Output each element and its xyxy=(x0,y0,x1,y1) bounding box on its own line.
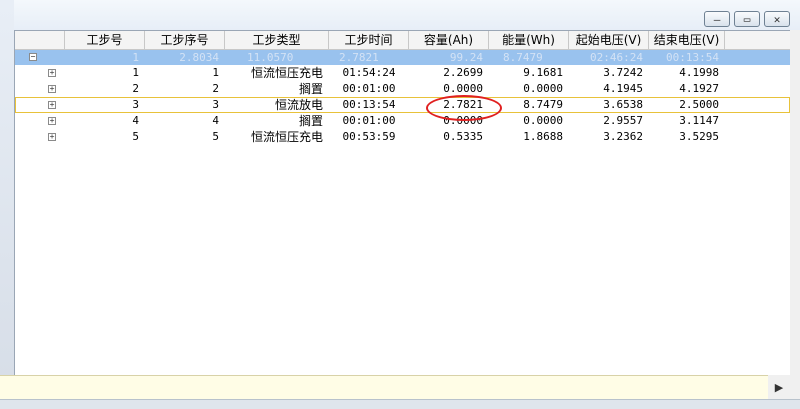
scroll-right-button[interactable]: ▶ xyxy=(768,375,790,399)
grid-header: 工步号 工步序号 工步类型 工步时间 容量(Ah) 能量(Wh) 起始电压(V)… xyxy=(15,31,790,50)
arrow-right-icon: ▶ xyxy=(774,380,784,394)
step-seq-cell: 1 xyxy=(212,66,219,79)
expand-icon[interactable]: + xyxy=(48,85,56,93)
group-cell: 1 xyxy=(132,51,139,64)
left-panel-edge xyxy=(0,0,15,408)
expand-icon[interactable]: + xyxy=(48,69,56,77)
status-panel xyxy=(0,375,768,400)
group-cell: 99.24 xyxy=(449,51,483,64)
expand-icon[interactable]: + xyxy=(48,133,56,141)
window-titlebar: ‒ ▭ ✕ xyxy=(14,0,800,30)
maximize-button[interactable]: ▭ xyxy=(734,11,760,27)
capacity-cell: 0.5335 xyxy=(443,130,483,143)
close-button[interactable]: ✕ xyxy=(764,11,790,27)
start-voltage-cell: 3.2362 xyxy=(603,130,643,143)
energy-cell: 9.1681 xyxy=(523,66,563,79)
end-voltage-cell: 4.1927 xyxy=(679,82,719,95)
step-time-cell: 00:01:00 xyxy=(342,82,396,95)
table-row[interactable]: + 4 4 搁置 00:01:00 0.0000 0.0000 2.9557 3… xyxy=(15,113,790,129)
step-no-cell: 4 xyxy=(132,114,139,127)
group-cell: 11.0570 xyxy=(247,51,294,64)
header-step-seq[interactable]: 工步序号 xyxy=(145,31,225,49)
step-no-cell: 1 xyxy=(132,66,139,79)
capacity-cell: 2.2699 xyxy=(443,66,483,79)
group-cell: 00:13:54 xyxy=(666,51,719,64)
energy-cell: 0.0000 xyxy=(523,82,563,95)
step-time-cell: 01:54:24 xyxy=(342,66,396,79)
header-end-voltage[interactable]: 结束电压(V) xyxy=(649,31,725,49)
window-controls: ‒ ▭ ✕ xyxy=(704,11,790,27)
group-cell: 2.8034 xyxy=(179,51,219,64)
end-voltage-cell: 4.1998 xyxy=(679,66,719,79)
step-seq-cell: 5 xyxy=(212,130,219,143)
table-row[interactable]: + 2 2 搁置 00:01:00 0.0000 0.0000 4.1945 4… xyxy=(15,81,790,97)
step-no-cell: 3 xyxy=(132,98,139,111)
step-time-cell: 00:13:54 xyxy=(342,98,396,111)
step-seq-cell: 2 xyxy=(212,82,219,95)
start-voltage-cell: 2.9557 xyxy=(603,114,643,127)
step-type-cell: 恒流恒压充电 xyxy=(250,66,323,80)
header-start-voltage[interactable]: 起始电压(V) xyxy=(569,31,649,49)
step-data-grid: 工步号 工步序号 工步类型 工步时间 容量(Ah) 能量(Wh) 起始电压(V)… xyxy=(15,30,790,376)
energy-cell: 1.8688 xyxy=(523,130,563,143)
step-type-cell: 搁置 xyxy=(298,82,323,96)
end-voltage-cell: 3.1147 xyxy=(679,114,719,127)
header-capacity[interactable]: 容量(Ah) xyxy=(409,31,489,49)
red-annotation-circle xyxy=(426,95,502,121)
start-voltage-cell: 4.1945 xyxy=(603,82,643,95)
group-cell: 8.7479 xyxy=(503,51,543,64)
cycle-group-row[interactable]: − 1 2.8034 11.0570 2.7821 99.24 8.7479 0… xyxy=(15,50,790,65)
expand-icon[interactable]: + xyxy=(48,101,56,109)
table-row-selected[interactable]: + 3 3 恒流放电 00:13:54 2.7821 8.7479 3.6538… xyxy=(15,97,790,113)
group-cell: 02:46:24 xyxy=(590,51,643,64)
expand-icon[interactable]: + xyxy=(48,117,56,125)
header-step-no[interactable]: 工步号 xyxy=(65,31,145,49)
step-time-cell: 00:53:59 xyxy=(342,130,396,143)
header-expander-col xyxy=(15,31,65,49)
group-cell: 2.7821 xyxy=(339,51,379,64)
step-seq-cell: 3 xyxy=(212,98,219,111)
start-voltage-cell: 3.6538 xyxy=(603,98,643,111)
step-seq-cell: 4 xyxy=(212,114,219,127)
step-type-cell: 恒流放电 xyxy=(274,98,323,112)
start-voltage-cell: 3.7242 xyxy=(603,66,643,79)
end-voltage-cell: 3.5295 xyxy=(679,130,719,143)
step-time-cell: 00:01:00 xyxy=(342,114,396,127)
table-row[interactable]: + 5 5 恒流恒压充电 00:53:59 0.5335 1.8688 3.23… xyxy=(15,129,790,145)
step-no-cell: 2 xyxy=(132,82,139,95)
step-type-cell: 恒流恒压充电 xyxy=(250,130,323,144)
table-row[interactable]: + 1 1 恒流恒压充电 01:54:24 2.2699 9.1681 3.72… xyxy=(15,65,790,81)
energy-cell: 0.0000 xyxy=(523,114,563,127)
end-voltage-cell: 2.5000 xyxy=(679,98,719,111)
header-step-time[interactable]: 工步时间 xyxy=(329,31,409,49)
step-type-cell: 搁置 xyxy=(298,114,323,128)
vertical-scrollbar[interactable] xyxy=(789,30,800,408)
capacity-cell: 0.0000 xyxy=(443,82,483,95)
minimize-button[interactable]: ‒ xyxy=(704,11,730,27)
step-no-cell: 5 xyxy=(132,130,139,143)
header-step-type[interactable]: 工步类型 xyxy=(225,31,329,49)
header-energy[interactable]: 能量(Wh) xyxy=(489,31,569,49)
collapse-icon[interactable]: − xyxy=(29,53,37,61)
